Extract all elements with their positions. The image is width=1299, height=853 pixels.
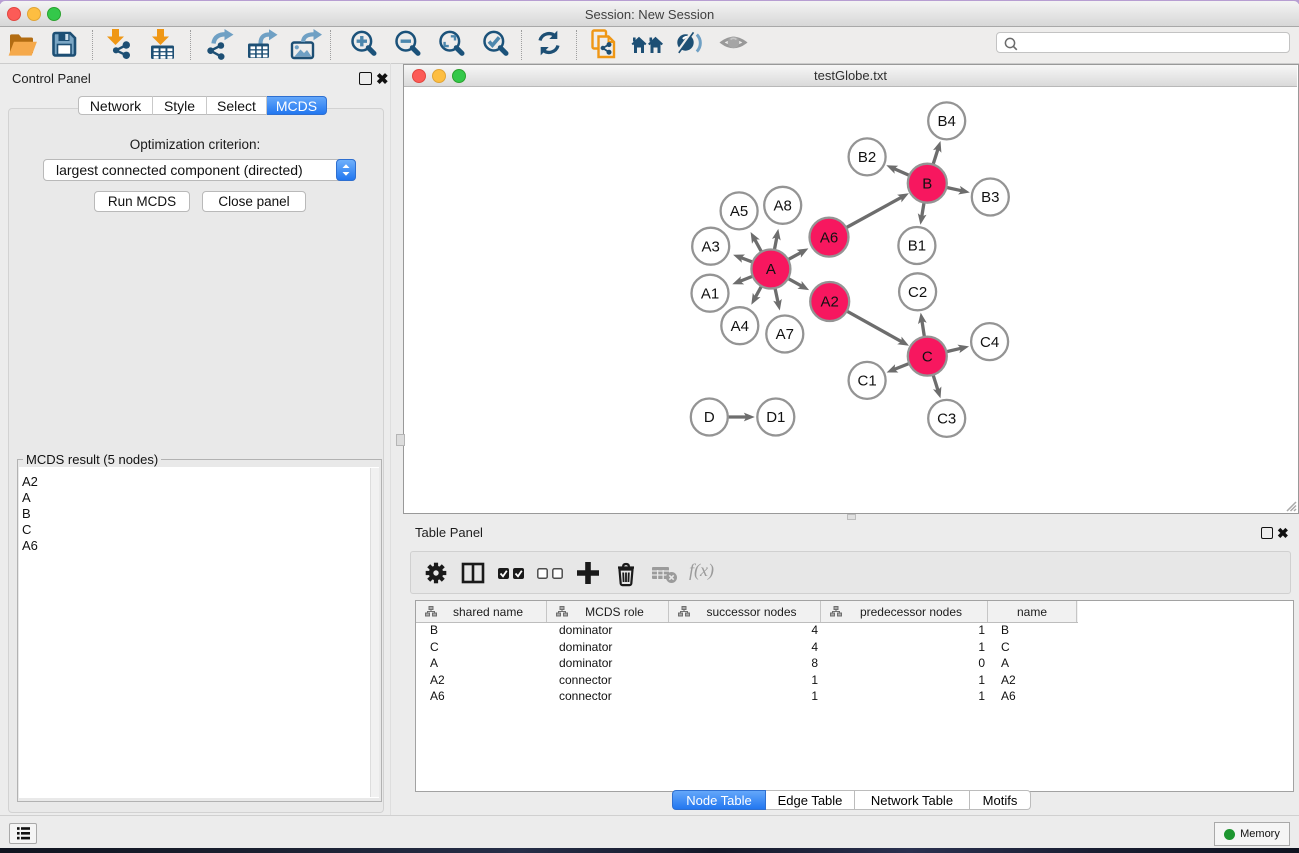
- svg-text:D: D: [704, 409, 715, 426]
- svg-text:A2: A2: [821, 294, 839, 311]
- svg-text:C3: C3: [937, 411, 956, 428]
- svg-text:B1: B1: [908, 238, 926, 255]
- svg-text:A: A: [766, 261, 776, 278]
- svg-text:A1: A1: [701, 285, 719, 302]
- svg-text:A8: A8: [774, 198, 792, 215]
- svg-text:C4: C4: [980, 334, 999, 351]
- svg-text:A6: A6: [820, 229, 838, 246]
- svg-text:A5: A5: [730, 203, 748, 220]
- svg-text:B4: B4: [938, 113, 956, 130]
- svg-text:B: B: [922, 175, 932, 192]
- svg-text:C1: C1: [858, 373, 877, 390]
- svg-text:D1: D1: [766, 409, 785, 426]
- svg-text:A7: A7: [776, 326, 794, 343]
- svg-text:B3: B3: [981, 189, 999, 206]
- svg-text:A3: A3: [702, 238, 720, 255]
- svg-text:B2: B2: [858, 149, 876, 166]
- svg-text:A4: A4: [731, 318, 749, 335]
- svg-text:C: C: [922, 348, 933, 365]
- svg-text:C2: C2: [908, 284, 927, 301]
